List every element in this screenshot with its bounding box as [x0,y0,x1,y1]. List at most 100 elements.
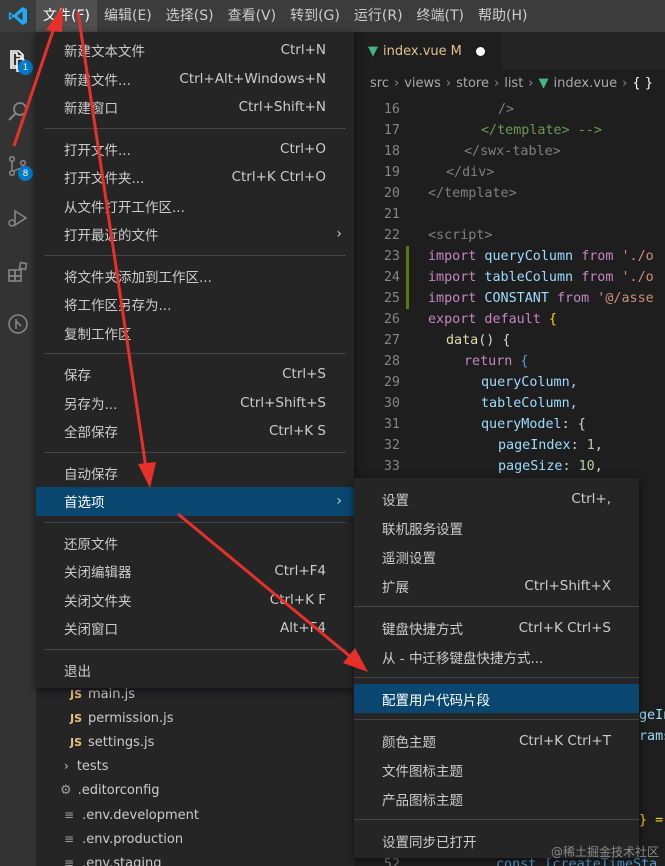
menu-item[interactable]: 另存为... Ctrl+Shift+S [36,389,354,418]
breadcrumb-separator-icon: › [445,75,452,91]
menu-item[interactable]: 从文件打开工作区... [36,192,354,221]
breadcrumb-item[interactable]: views [404,76,441,91]
menu-item-label: 扩展 [382,579,409,596]
menu-item[interactable]: 打开文件夹... Ctrl+K Ctrl+O [36,163,354,192]
code-line: 22 <script> [354,225,665,246]
breadcrumb-separator-icon: › [528,75,534,91]
menu-item-label: 复制工作区 [64,326,132,343]
menu-item[interactable]: 关闭文件夹 Ctrl+K F [36,586,354,615]
menu-item-label: 产品图标主题 [382,792,463,809]
line-number: 20 [383,186,400,201]
menu-item[interactable]: 文件图标主题 [354,755,639,784]
tab-index-vue[interactable]: ▼ index.vue M [354,32,502,70]
menu-item[interactable]: 设置 Ctrl+, [354,484,639,513]
code-line: 26 export default { [354,309,665,330]
menubar-item[interactable]: 查看(V) [221,0,284,32]
breadcrumb-item[interactable]: { } [632,76,653,91]
code-fragment: rams [639,726,665,747]
code-token: from [581,270,614,285]
code-token: geIn [639,708,665,723]
code-view[interactable]: 16 /> 17 </template> --> 18 </swx-table> 19… [354,99,665,477]
menu-item[interactable]: 首选项 › [36,487,354,516]
line-number: 29 [383,375,400,390]
menu-item[interactable]: 保存 Ctrl+S [36,360,354,389]
menu-item[interactable]: 打开最近的文件 › [36,220,354,249]
code-token: </template> [428,186,517,201]
menu-item[interactable]: 退出 [36,656,354,685]
menu-item-label: 联机服务设置 [382,521,463,538]
menu-item-shortcut: Ctrl+N [280,42,326,59]
code-line: 29 queryColumn, [354,372,665,393]
tree-item-env-staging[interactable]: ≡ .env.staging [64,851,161,866]
tree-item-permission-js[interactable]: JS permission.js [70,706,174,730]
menu-item[interactable]: 产品图标主题 [354,784,639,813]
menu-item[interactable]: 配置用户代码片段 [354,684,639,713]
breadcrumb-item[interactable]: src [370,76,389,91]
line-number: 19 [383,165,400,180]
menu-item[interactable]: 自动保存 [36,459,354,488]
code-line: 31 queryModel: { [354,414,665,435]
code-token: tableColumn, [481,396,578,411]
menu-item[interactable]: 全部保存 Ctrl+K S [36,417,354,446]
menu-item[interactable]: 打开文件... Ctrl+O [36,135,354,164]
menu-item[interactable]: 遥测设置 [354,542,639,571]
menu-item[interactable]: 还原文件 [36,529,354,558]
menu-item[interactable]: 复制工作区 [36,319,354,348]
menu-item-label: 配置用户代码片段 [382,692,490,709]
tree-item-settings-js[interactable]: JS settings.js [70,730,154,754]
menubar-item[interactable]: 文件(F) [36,0,97,32]
menu-item[interactable]: 键盘快捷方式 Ctrl+K Ctrl+S [354,613,639,642]
search-icon[interactable] [0,92,36,132]
tree-item-editorconfig[interactable]: ⚙ .editorconfig [60,778,160,802]
menu-separator [44,648,346,650]
menubar-item[interactable]: 编辑(E) [97,0,159,32]
line-number: 23 [383,249,400,264]
unsaved-dot-icon[interactable] [475,46,485,56]
tree-item-tests-folder[interactable]: › tests [64,754,109,778]
line-number: 22 [383,228,400,243]
breadcrumb-item[interactable]: list [504,76,523,91]
git-added-marker [406,246,409,267]
code-line: 17 </template> --> [354,120,665,141]
menu-item[interactable]: 新建窗口 Ctrl+Shift+N [36,93,354,122]
menu-item[interactable]: 扩展 Ctrl+Shift+X [354,571,639,600]
chevron-right-icon: › [336,493,342,510]
remote-explorer-icon[interactable] [0,304,36,344]
menu-item[interactable]: 联机服务设置 [354,513,639,542]
menu-item[interactable]: 新建文本文件 Ctrl+N [36,36,354,65]
menu-item-label: 将文件夹添加到工作区... [64,269,212,286]
code-token: pageIndex [498,438,571,453]
menu-item[interactable]: 新建文件... Ctrl+Alt+Windows+N [36,65,354,94]
breadcrumb-separator-icon: › [393,75,400,91]
run-debug-icon[interactable] [0,198,36,238]
menubar-item[interactable]: 选择(S) [159,0,221,32]
explorer-icon[interactable]: 1 [0,40,36,80]
menu-separator [354,677,639,678]
source-control-icon[interactable]: 8 [0,146,36,186]
menubar-item[interactable]: 终端(T) [410,0,471,32]
code-token: </div> [446,165,495,180]
menu-item-shortcut: Alt+F4 [280,620,326,637]
menu-item[interactable]: 将工作区另存为... [36,290,354,319]
menu-separator [354,719,639,720]
menu-item[interactable]: 关闭编辑器 Ctrl+F4 [36,557,354,586]
extensions-icon[interactable] [0,252,36,292]
menubar-item[interactable]: 运行(R) [347,0,410,32]
menu-bar: 文件(F) 编辑(E) 选择(S) 查看(V) 转到(G) 运行(R) 终端(T) 帮助(H) [36,0,534,32]
menubar-item[interactable]: 帮助(H) [471,0,534,32]
breadcrumb-item[interactable]: store [456,76,489,91]
code-token: --> [569,123,602,138]
breadcrumb-item[interactable]: index.vue [554,76,618,91]
menu-item[interactable]: 将文件夹添加到工作区... [36,262,354,291]
menubar-item[interactable]: 转到(G) [283,0,347,32]
breadcrumb: src › views › store › list › ▼ index.vue › { } [354,70,665,96]
menu-item[interactable]: 颜色主题 Ctrl+K Ctrl+T [354,726,639,755]
activity-bar: 1 8 [0,32,36,866]
menu-item[interactable]: 关闭窗口 Alt+F4 [36,614,354,643]
tree-item-env-development[interactable]: ≡ .env.development [64,803,199,827]
code-line: 27 data() { [354,330,665,351]
tree-item-env-production[interactable]: ≡ .env.production [64,827,183,851]
menu-separator [44,521,346,523]
menu-item[interactable]: 从 - 中迁移键盘快捷方式... [354,642,639,671]
code-token: default [476,312,541,327]
